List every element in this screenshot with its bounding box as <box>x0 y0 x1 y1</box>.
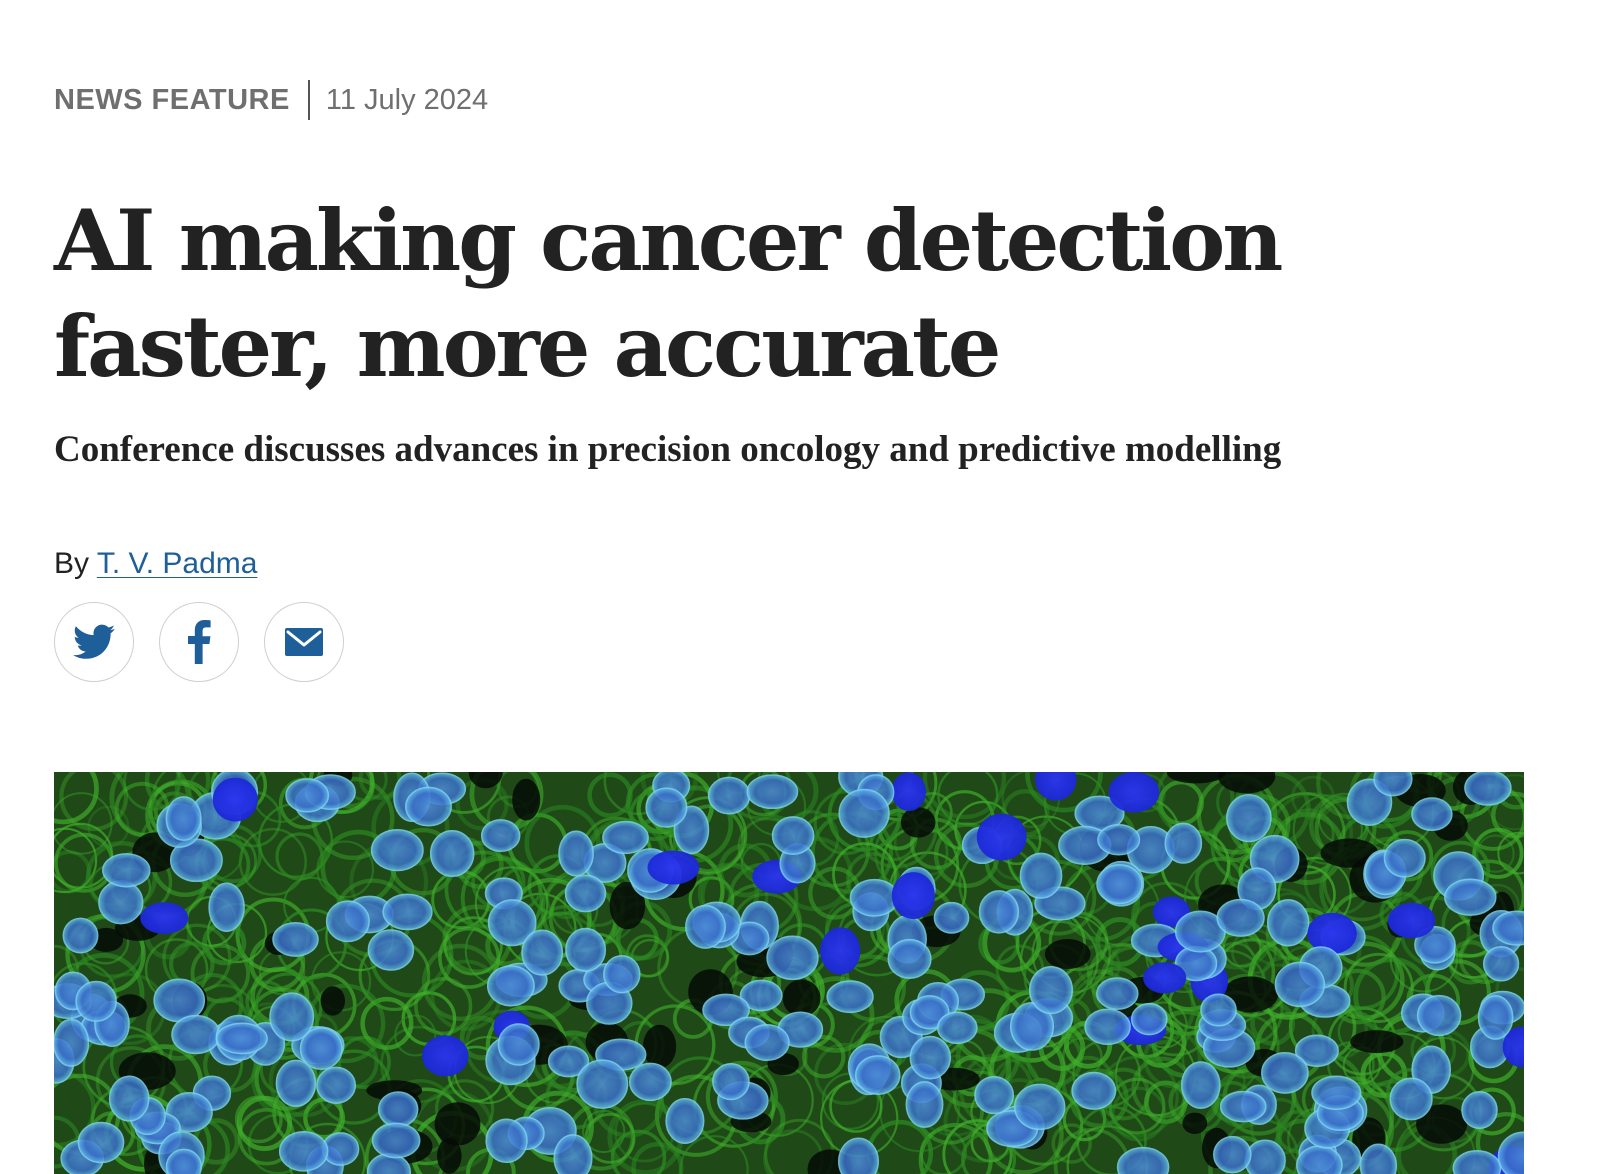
twitter-icon <box>73 624 115 659</box>
byline-prefix: By <box>54 547 90 580</box>
article-standfirst: Conference discusses advances in precisi… <box>54 429 1282 470</box>
share-twitter-button[interactable] <box>54 602 134 682</box>
author-link[interactable]: T. V. Padma <box>97 547 258 580</box>
article-headline: AI making cancer detection faster, more … <box>54 191 1283 396</box>
byline: By T. V. Padma <box>54 544 257 584</box>
article-meta: NEWS FEATURE 11 July 2024 <box>54 80 488 120</box>
facebook-icon <box>188 620 211 664</box>
article-type-label: NEWS FEATURE <box>54 83 290 116</box>
share-facebook-button[interactable] <box>159 602 239 682</box>
fluorescence-micrograph <box>54 772 1524 1174</box>
hero-image <box>54 772 1524 1174</box>
mail-icon <box>285 628 323 656</box>
publication-date: 11 July 2024 <box>325 83 489 116</box>
share-email-button[interactable] <box>264 602 344 682</box>
share-buttons <box>54 602 344 682</box>
meta-divider <box>307 80 310 120</box>
